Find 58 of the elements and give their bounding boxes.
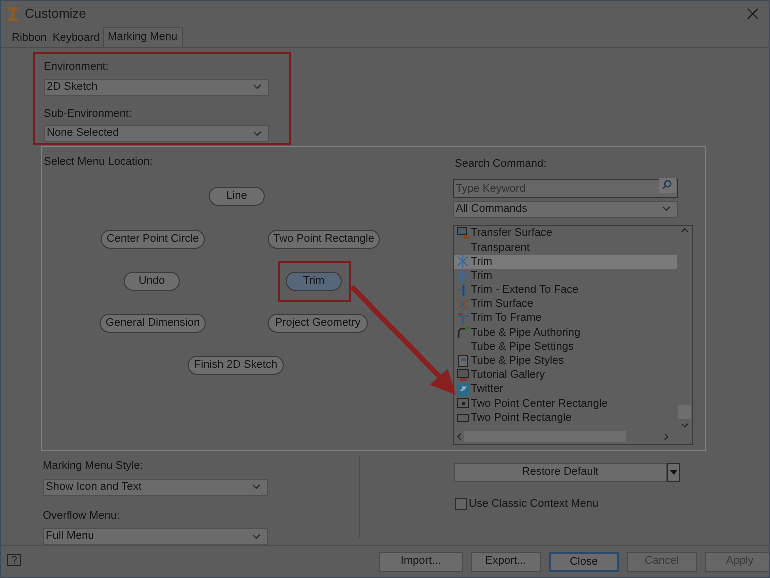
dropdown[interactable]: None Selected bbox=[44, 125, 269, 142]
menu-slot-button[interactable]: Two Point Rectangle bbox=[268, 230, 380, 249]
menu-slot-button[interactable]: Finish 2D Sketch bbox=[188, 356, 284, 375]
sub-environment-label: Sub-Environment: bbox=[44, 106, 134, 122]
chevron-down-icon bbox=[252, 484, 261, 490]
dropdown[interactable]: All Commands bbox=[453, 200, 678, 218]
dropdown[interactable]: 2D Sketch bbox=[44, 78, 269, 96]
section-label: Select Menu Location: bbox=[44, 155, 153, 170]
rectangle-icon bbox=[457, 397, 470, 410]
tab[interactable]: Ribbon bbox=[9, 30, 50, 47]
environment-label: Environment: bbox=[44, 60, 110, 75]
chevron-down-icon bbox=[253, 84, 262, 90]
menu-slot-button[interactable]: Project Geometry bbox=[268, 314, 368, 333]
dialog-button[interactable]: Close bbox=[549, 552, 619, 572]
dialog-button[interactable]: Export... bbox=[471, 552, 541, 572]
trim-surface-icon bbox=[457, 298, 470, 312]
chevron-down-icon bbox=[252, 534, 261, 540]
tab[interactable]: Marking Menu bbox=[102, 27, 183, 47]
scroll-thumb[interactable] bbox=[678, 404, 691, 418]
scroll-up-icon[interactable] bbox=[680, 228, 688, 232]
restore-default-button[interactable]: Restore Default bbox=[454, 463, 667, 482]
split-arrow-button[interactable] bbox=[667, 463, 680, 482]
trim-icon bbox=[457, 270, 470, 283]
checkbox-label: Use Classic Context Menu bbox=[469, 497, 599, 512]
menu-slot-button[interactable]: Undo bbox=[124, 272, 180, 291]
scroll-right-icon[interactable] bbox=[664, 432, 669, 440]
document-icon bbox=[457, 354, 470, 368]
scroll-down-icon[interactable] bbox=[680, 422, 688, 428]
rectangle-icon bbox=[457, 412, 470, 425]
trim-icon bbox=[457, 255, 470, 268]
pipe-icon bbox=[457, 326, 470, 340]
monitor-icon bbox=[457, 227, 470, 240]
search-icon[interactable] bbox=[659, 178, 676, 192]
vertical-scrollbar[interactable] bbox=[677, 226, 692, 430]
checkbox[interactable] bbox=[455, 498, 467, 510]
help-icon[interactable] bbox=[7, 554, 22, 569]
chevron-down-icon bbox=[662, 206, 671, 212]
caret-icon bbox=[670, 470, 678, 475]
gallery-icon bbox=[457, 368, 470, 382]
search-label: Search Command: bbox=[455, 157, 548, 172]
chevron-down-icon bbox=[253, 130, 262, 136]
menu-slot-button[interactable]: Center Point Circle bbox=[101, 230, 205, 249]
frame-icon bbox=[457, 312, 470, 326]
scroll-left-icon[interactable] bbox=[457, 432, 462, 440]
menu-slot-button[interactable]: Line bbox=[209, 187, 265, 206]
menu-slot-button[interactable]: General Dimension bbox=[100, 314, 206, 333]
overflow-menu-label: Overflow Menu: bbox=[43, 508, 122, 524]
window-title: Customize bbox=[25, 5, 86, 24]
command-item[interactable]: Trim bbox=[454, 254, 677, 270]
dropdown[interactable]: Full Menu bbox=[43, 528, 268, 545]
menu-slot-button[interactable]: Trim bbox=[286, 272, 342, 291]
marking-menu-style-label: Marking Menu Style: bbox=[43, 459, 144, 474]
app-logo-icon bbox=[7, 7, 19, 21]
bird-icon bbox=[457, 383, 470, 396]
dialog-button[interactable]: Import... bbox=[379, 552, 463, 572]
close-icon[interactable] bbox=[747, 8, 759, 20]
tab[interactable]: Keyboard bbox=[50, 30, 103, 47]
dropdown[interactable]: Show Icon and Text bbox=[43, 478, 268, 496]
